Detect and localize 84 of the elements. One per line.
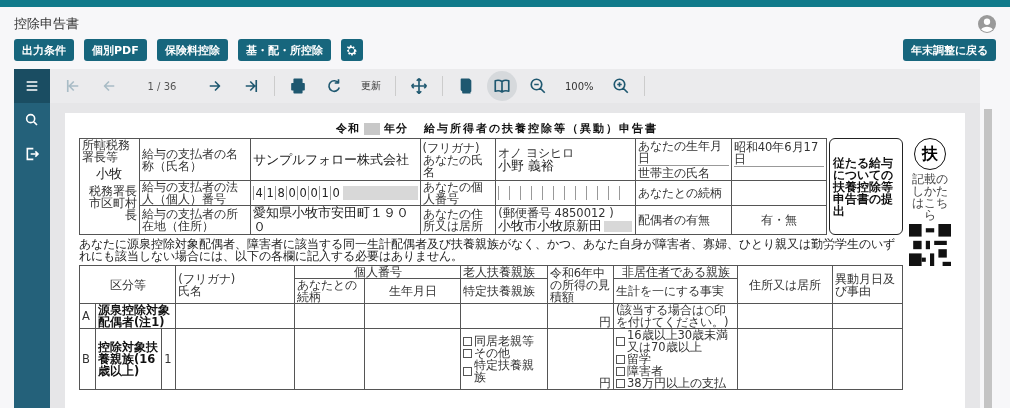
field-label: あなたの個人番号 bbox=[422, 181, 484, 205]
back-button[interactable]: 年末調整に戻る bbox=[903, 39, 996, 61]
scrollbar[interactable] bbox=[984, 109, 992, 408]
checkbox-option[interactable]: その他 bbox=[463, 347, 545, 359]
row-label: 控除対象扶養親族(16歳以上) bbox=[98, 341, 160, 377]
guide-text: 記載のしかたはこちら bbox=[911, 173, 949, 221]
refresh-label[interactable]: 更新 bbox=[355, 79, 387, 93]
form-title-era: 令和 bbox=[336, 121, 360, 136]
field-label: あなたとの続柄 bbox=[638, 187, 724, 199]
notice-text: あなたに源泉控除対象配偶者、障害者に該当する同一生計配偶者及び扶養親族がなく、かつ、あなた自身が障害者、寡婦、ひとり親又は勤労学生のいずれにも該当しない場合には、以下の各欄に記入する必要はありません。 bbox=[79, 238, 896, 262]
field-value: 愛知県小牧市安田町１９００ bbox=[253, 206, 411, 234]
column-header: 特定扶養親族 bbox=[463, 285, 537, 297]
field-label: (フリガナ) bbox=[422, 141, 480, 154]
row-letter: B bbox=[82, 353, 91, 365]
column-header: 生年月日 bbox=[387, 285, 438, 297]
yen-unit: 円 bbox=[597, 316, 611, 328]
field-label: 世帯主の氏名 bbox=[638, 166, 712, 180]
zoom-in-icon bbox=[611, 77, 630, 95]
menu-button[interactable] bbox=[14, 69, 50, 103]
postal-code: (郵便番号 4850012 ) bbox=[498, 207, 615, 219]
field-label: 給与の支払者の名称（氏名） bbox=[141, 147, 239, 172]
checkbox-option[interactable]: 留学 bbox=[615, 353, 736, 365]
column-header: 区分等 bbox=[108, 278, 147, 291]
page-title: 控除申告書 bbox=[14, 15, 79, 33]
user-avatar-icon[interactable] bbox=[978, 15, 996, 33]
field-value: 昭和40年6月17日 bbox=[733, 140, 825, 167]
field-value: 小野 義裕 bbox=[498, 158, 555, 173]
column-header: 異動月日及び事由 bbox=[834, 272, 896, 297]
checkbox-option[interactable]: 障害者 bbox=[615, 365, 736, 377]
row-label: 源泉控除対象配偶者(注1) bbox=[98, 304, 172, 328]
field-value: オノ ヨシヒロ bbox=[498, 146, 575, 159]
form-title: 給与所得者の扶養控除等（異動）申告書 bbox=[424, 121, 658, 136]
column-header: (フリガナ) bbox=[178, 272, 237, 285]
zoom-out-icon bbox=[529, 77, 547, 95]
field-label: あなたの氏名 bbox=[422, 153, 484, 178]
book-button[interactable] bbox=[487, 71, 517, 101]
field-value: サンプルフォロー株式会社 bbox=[253, 152, 411, 167]
column-header: 氏名 bbox=[178, 284, 203, 297]
number-boxes: 4 1 8 0 0 0 1 0 bbox=[253, 186, 418, 200]
column-header: 住所又は居所 bbox=[748, 278, 822, 291]
form-title-year: 年分 bbox=[384, 121, 408, 136]
yen-unit: 円 bbox=[597, 377, 611, 389]
field-label: 市区町村長 bbox=[87, 197, 137, 221]
field-label: 税務署長 bbox=[87, 185, 137, 197]
action-button[interactable]: 基・配・所控除 bbox=[237, 39, 331, 61]
action-button[interactable]: 保険料控除 bbox=[156, 39, 228, 61]
field-value: 有・無 bbox=[759, 214, 798, 226]
checkbox-option[interactable]: 同居老親等 bbox=[463, 335, 545, 347]
field-value: 小牧市小牧原新田 bbox=[498, 219, 603, 233]
checkbox-option[interactable]: 16歳以上30歳未満又は70歳以上 bbox=[615, 329, 736, 353]
checkbox-option[interactable]: 特定扶養親族 bbox=[463, 359, 545, 383]
field-label: 配偶者の有無 bbox=[638, 214, 712, 226]
row-number: 1 bbox=[164, 353, 173, 365]
row-letter: A bbox=[82, 310, 91, 322]
page-indicator: 1 / 36 bbox=[146, 80, 178, 92]
move-icon bbox=[410, 77, 428, 95]
zoom-level[interactable]: 100% bbox=[559, 80, 600, 92]
settings-button[interactable] bbox=[340, 39, 363, 61]
field-label: あなたの生年月日 bbox=[638, 139, 729, 166]
column-header: 令和6年中の所得の見積額 bbox=[549, 266, 611, 303]
column-header: あなたとの続柄 bbox=[296, 279, 358, 303]
action-button[interactable]: 出力条件 bbox=[14, 39, 74, 61]
menu-icon bbox=[24, 78, 40, 94]
print-icon bbox=[289, 77, 307, 95]
column-header: 生計を一にする事実 bbox=[615, 285, 725, 297]
field-label: 給与の支払者の法人（個人）番号 bbox=[141, 181, 239, 205]
checkbox-option[interactable]: 38万円以上の支払 bbox=[615, 377, 736, 389]
column-header: 老人扶養親族 bbox=[463, 266, 537, 278]
hint-text: (該当する場合は○印を付けてください。) bbox=[615, 304, 730, 328]
search-icon bbox=[24, 112, 40, 128]
refresh-icon bbox=[325, 77, 343, 95]
action-button[interactable]: 個別PDF bbox=[84, 39, 147, 61]
column-header: 個人番号 bbox=[352, 266, 403, 278]
redacted-text bbox=[604, 220, 633, 232]
field-label: 所轄税務署長等 bbox=[82, 139, 131, 163]
redacted-year bbox=[364, 122, 380, 135]
field-label: 給与の支払者の所在地（住所） bbox=[141, 208, 239, 232]
export-icon bbox=[24, 146, 40, 162]
field-label: あなたの住所又は居所 bbox=[422, 208, 484, 232]
field-label: 従たる給与についての扶養控除等申告書の提出 bbox=[833, 156, 895, 217]
column-header: 非居住者である親族 bbox=[620, 266, 731, 278]
book-icon bbox=[493, 77, 511, 95]
qr-code-icon bbox=[909, 224, 951, 266]
field-value: 小牧 bbox=[95, 167, 124, 181]
